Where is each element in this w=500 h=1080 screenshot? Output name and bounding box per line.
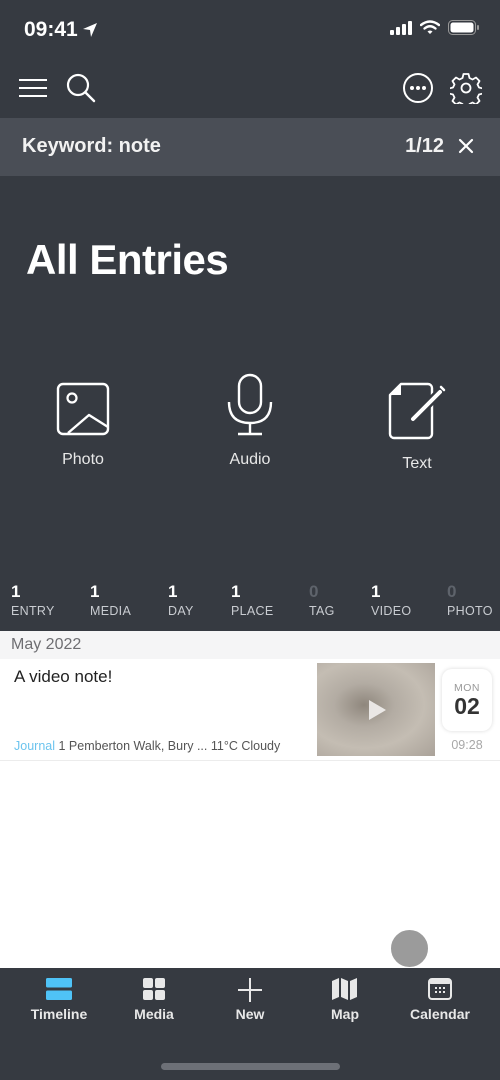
timeline-entry[interactable]: A video note! Journal 1 Pemberton Walk, … [0, 659, 500, 761]
stat-value: 1 [231, 582, 241, 601]
stat-label: TAG [309, 604, 335, 618]
stat-label: PHOTO [447, 604, 493, 618]
wifi-icon [420, 20, 440, 34]
tab-calendar[interactable]: Calendar [390, 978, 490, 1022]
floating-assistive-button[interactable] [389, 928, 430, 969]
search-result-count: 1/12 [405, 135, 444, 157]
keyword-label: Keyword: note [22, 135, 161, 157]
stat-value: 1 [90, 582, 100, 601]
entry-location: 1 Pemberton Walk, Bury ... [58, 739, 208, 753]
bottom-tab-bar: Timeline Media New Map Calendar [0, 968, 500, 1080]
tab-media[interactable]: Media [104, 978, 204, 1022]
tab-label: Calendar [410, 1006, 470, 1022]
text-label: Text [402, 455, 432, 472]
stat-value: 1 [371, 582, 381, 601]
close-icon [458, 138, 474, 154]
settings-button[interactable] [448, 70, 484, 106]
tab-label: Map [331, 1006, 359, 1022]
tab-label: Timeline [30, 1006, 88, 1022]
ellipsis-circle-icon [403, 73, 433, 103]
status-indicators [390, 20, 480, 35]
stat-value: 0 [309, 582, 319, 601]
new-photo-entry-button[interactable]: Photo [23, 381, 143, 469]
new-text-entry-button[interactable]: Text [357, 381, 477, 473]
photo-icon [56, 382, 110, 436]
stat-label: ENTRY [11, 604, 55, 618]
stat-value: 0 [447, 582, 457, 601]
status-time: 09:41 [24, 18, 98, 42]
stat-label: MEDIA [90, 604, 132, 618]
keyword-search-bar: Keyword: note 1/12 [0, 118, 500, 176]
clock: 09:41 [24, 18, 78, 41]
stat-value: 1 [11, 582, 21, 601]
search-icon [66, 73, 96, 103]
timeline-icon [46, 978, 72, 1000]
hero-section: All Entries Photo Audio Text 1 ENTRY 1 M… [0, 176, 500, 631]
tab-label: Media [134, 1006, 174, 1022]
search-button[interactable] [63, 70, 99, 106]
stat-photo[interactable]: 0 PHOTO [447, 582, 493, 618]
audio-label: Audio [229, 451, 271, 468]
tab-timeline[interactable]: Timeline [9, 978, 109, 1022]
new-audio-entry-button[interactable]: Audio [190, 373, 310, 469]
grid-icon [143, 978, 165, 1000]
stat-label: VIDEO [371, 604, 412, 618]
battery-icon [448, 20, 479, 35]
entry-time: 09:28 [451, 738, 483, 752]
stat-label: PLACE [231, 604, 274, 618]
stat-day[interactable]: 1 DAY [168, 582, 194, 618]
microphone-icon [227, 373, 273, 436]
more-options-button[interactable] [400, 70, 436, 106]
stat-tag[interactable]: 0 TAG [309, 582, 335, 618]
tab-label: New [235, 1006, 265, 1022]
play-icon [369, 699, 386, 720]
stat-entry[interactable]: 1 ENTRY [11, 582, 55, 618]
stat-place[interactable]: 1 PLACE [231, 582, 274, 618]
menu-button[interactable] [15, 70, 51, 106]
stat-media[interactable]: 1 MEDIA [90, 582, 131, 618]
cellular-signal-icon [390, 20, 412, 35]
page-title: All Entries [26, 236, 229, 283]
stats-row: 1 ENTRY 1 MEDIA 1 DAY 1 PLACE 0 TAG 1 VI… [0, 582, 500, 632]
entry-date-badge: MON 02 [442, 669, 492, 731]
clear-search-button[interactable] [452, 132, 480, 160]
entry-journal: Journal [14, 739, 55, 753]
entry-weather: 11°C Cloudy [210, 739, 281, 753]
status-bar: 09:41 [0, 0, 500, 60]
home-indicator[interactable] [161, 1063, 340, 1070]
stat-label: DAY [168, 604, 194, 618]
tab-map[interactable]: Map [295, 978, 395, 1022]
gear-icon [450, 73, 482, 104]
month-section-header: May 2022 [0, 631, 500, 659]
entry-day: 02 [454, 693, 480, 719]
location-arrow-icon [82, 23, 97, 37]
quick-actions: Photo Audio Text [0, 373, 500, 491]
map-icon [332, 978, 357, 1000]
calendar-icon [428, 978, 452, 1000]
top-toolbar [0, 60, 500, 118]
entry-title: A video note! [14, 667, 113, 686]
tab-new[interactable]: New [200, 978, 300, 1022]
plus-icon [238, 978, 262, 1002]
hamburger-menu-icon [19, 79, 47, 97]
document-pencil-icon [388, 382, 446, 440]
entry-meta: Journal 1 Pemberton Walk, Bury ... 11°C … [14, 739, 280, 753]
month-label: May 2022 [11, 636, 82, 653]
stat-video[interactable]: 1 VIDEO [371, 582, 411, 618]
video-thumbnail[interactable] [317, 663, 435, 756]
stat-value: 1 [168, 582, 178, 601]
photo-label: Photo [62, 451, 104, 468]
